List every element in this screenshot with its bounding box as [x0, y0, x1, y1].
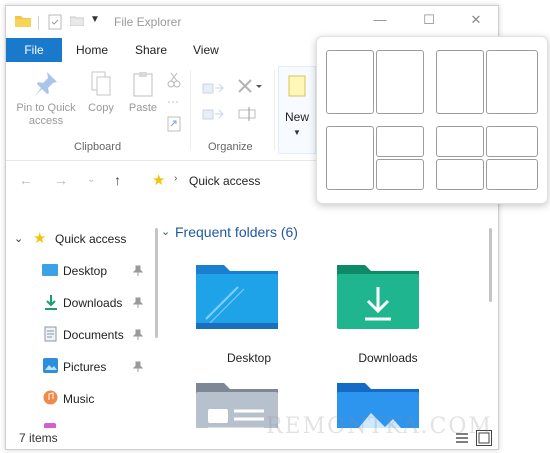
- pin-icon[interactable]: [132, 265, 144, 280]
- watermark: REMONTKA.COM: [266, 414, 493, 439]
- copy-button[interactable]: Copy: [84, 70, 118, 115]
- desktop-folder-icon: [196, 265, 278, 329]
- title-separator: [38, 16, 39, 30]
- content-pane: ⌄ Frequent folders (6) Desktop Downloads: [163, 216, 488, 428]
- breadcrumb-separator-icon: ›: [174, 173, 178, 184]
- title-bar: ▼ File Explorer — ☐ ✕: [6, 6, 498, 38]
- tab-view[interactable]: View: [193, 38, 219, 62]
- new-label: New: [284, 110, 309, 124]
- section-header[interactable]: Frequent folders (6): [175, 224, 298, 240]
- paste-icon: [133, 72, 153, 97]
- tree-item-downloads[interactable]: Downloads: [6, 291, 156, 315]
- snap-zone[interactable]: [436, 126, 484, 157]
- paste-button[interactable]: Paste: [124, 70, 162, 115]
- snap-zone[interactable]: [326, 50, 374, 114]
- navigation-pane: ⌄ ★ Quick access Desktop Downloads Docum…: [6, 218, 156, 428]
- rename-icon[interactable]: [237, 106, 259, 122]
- tab-share[interactable]: Share: [135, 38, 167, 62]
- tree-label: Music: [63, 392, 95, 406]
- tree-item-music[interactable]: Music: [6, 387, 156, 411]
- snap-zone[interactable]: [486, 126, 538, 157]
- ribbon-divider: [190, 70, 191, 150]
- snap-zone[interactable]: [486, 159, 538, 190]
- pin-icon[interactable]: [132, 297, 144, 312]
- tree-item-desktop[interactable]: Desktop: [6, 259, 156, 283]
- pin-icon: [35, 72, 57, 96]
- maximize-icon[interactable]: ☐: [414, 12, 444, 32]
- snap-zone[interactable]: [376, 126, 424, 157]
- new-button[interactable]: New ▼: [278, 66, 316, 154]
- folder-downloads[interactable]: Downloads: [323, 256, 453, 376]
- folder-name: Desktop: [226, 351, 272, 365]
- window-title: File Explorer: [114, 15, 182, 29]
- tree-label: Quick access: [55, 232, 127, 246]
- snap-zone[interactable]: [486, 50, 538, 114]
- snap-layouts-flyout: [316, 36, 548, 204]
- snap-zone[interactable]: [326, 126, 374, 190]
- tree-label: Pictures: [63, 360, 107, 374]
- minimize-icon[interactable]: —: [365, 12, 395, 32]
- folder-icon: [15, 16, 31, 27]
- star-icon: ★: [152, 172, 166, 189]
- chevron-down-icon[interactable]: ⌄: [163, 225, 170, 238]
- copy-path-icon[interactable]: [166, 95, 182, 109]
- clipboard-group-label: Clipboard: [74, 141, 122, 153]
- tree-label: Desktop: [63, 264, 108, 278]
- tree-item-pictures[interactable]: Pictures: [6, 355, 156, 379]
- music-icon: [43, 390, 58, 405]
- move-to-icon[interactable]: [202, 80, 226, 96]
- breadcrumb[interactable]: Quick access: [189, 174, 260, 188]
- paste-shortcut-icon[interactable]: [166, 116, 182, 132]
- ribbon-divider: [274, 70, 275, 150]
- paste-label: Paste: [128, 102, 158, 114]
- pin-label: Pin to Quick access: [16, 102, 76, 127]
- snap-zone[interactable]: [436, 50, 484, 114]
- up-arrow-icon[interactable]: ↑: [114, 172, 121, 188]
- new-folder-icon[interactable]: [70, 16, 84, 26]
- pin-icon[interactable]: [132, 329, 144, 344]
- recent-locations-icon[interactable]: ⌄: [87, 174, 95, 185]
- properties-icon[interactable]: [48, 14, 62, 30]
- download-icon: [45, 295, 57, 310]
- close-icon[interactable]: ✕: [461, 12, 491, 32]
- tab-home[interactable]: Home: [76, 38, 108, 62]
- desktop-icon: [42, 264, 58, 276]
- downloads-folder-icon: [337, 265, 419, 329]
- tree-item-documents[interactable]: Documents: [6, 323, 156, 347]
- copy-label: Copy: [88, 102, 114, 114]
- delete-icon[interactable]: [237, 78, 263, 96]
- folder-desktop[interactable]: Desktop: [184, 256, 314, 376]
- snap-zone[interactable]: [436, 159, 484, 190]
- folder-name: Downloads: [358, 351, 418, 365]
- pin-icon[interactable]: [132, 361, 144, 376]
- tree-label: Documents: [63, 328, 124, 342]
- copy-to-icon[interactable]: [202, 106, 226, 122]
- chevron-down-icon: ▼: [293, 128, 301, 137]
- chevron-down-icon[interactable]: ⌄: [14, 232, 23, 245]
- file-tab[interactable]: File: [6, 38, 62, 62]
- new-item-icon: [288, 75, 306, 97]
- snap-zone[interactable]: [376, 159, 424, 190]
- copy-icon: [91, 71, 111, 96]
- forward-arrow-icon[interactable]: →: [54, 172, 68, 188]
- pane-scrollbar[interactable]: [155, 228, 158, 338]
- documents-icon: [44, 326, 57, 342]
- customize-toolbar-icon[interactable]: ▼: [90, 14, 100, 25]
- tree-item-quick-access[interactable]: ⌄ ★ Quick access: [6, 227, 156, 251]
- pin-to-quick-access-button[interactable]: Pin to Quick access: [12, 70, 80, 128]
- pictures-icon: [43, 358, 58, 373]
- star-icon: ★: [33, 230, 47, 247]
- content-scrollbar[interactable]: [489, 228, 492, 302]
- snap-zone[interactable]: [376, 50, 424, 114]
- organize-group-label: Organize: [208, 141, 253, 153]
- tree-label: Downloads: [63, 296, 123, 310]
- item-count: 7 items: [19, 431, 58, 445]
- cut-icon[interactable]: [166, 72, 182, 88]
- back-arrow-icon[interactable]: ←: [19, 172, 33, 188]
